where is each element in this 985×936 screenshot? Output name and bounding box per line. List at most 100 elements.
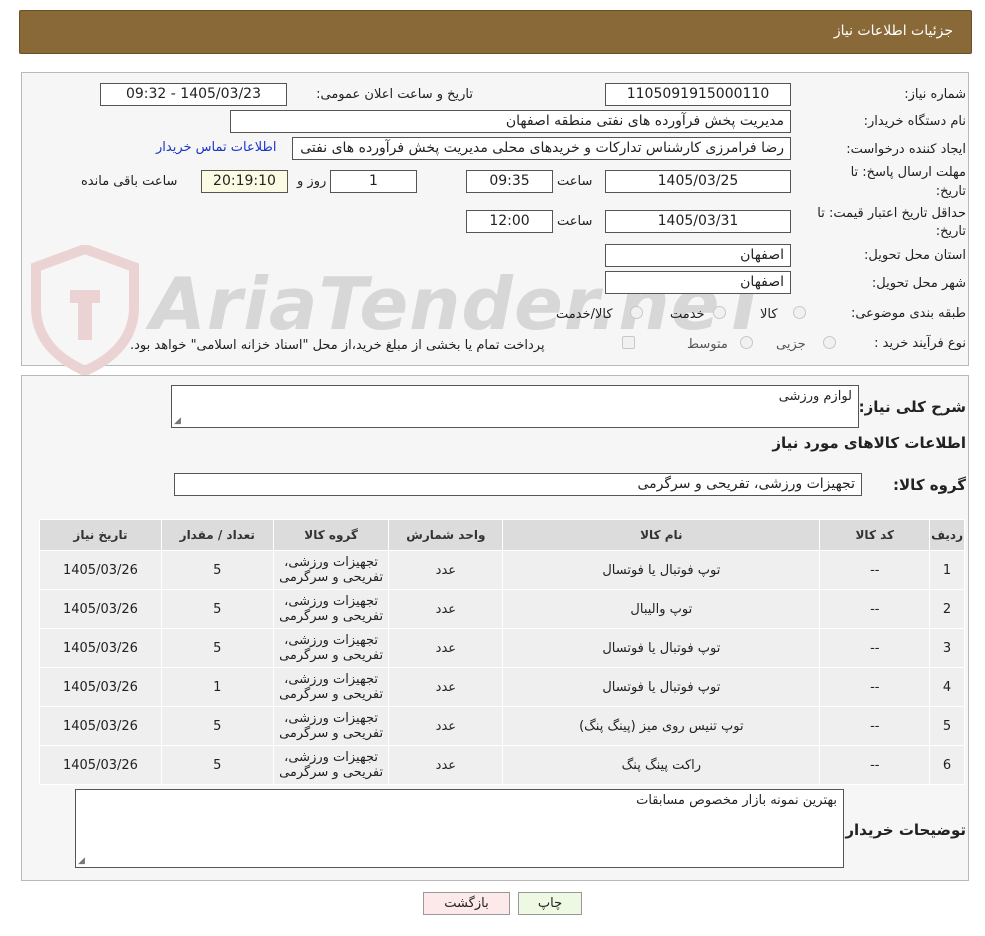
cell-need-date: 1405/03/26 [39,745,162,785]
cell-code: -- [819,628,931,668]
cell-group: تجهیزات ورزشی، تفریحی و سرگرمی [272,667,390,707]
table-row: 6 -- راکت پینگ پنگ عدد تجهیزات ورزشی، تف… [39,745,965,785]
resize-grip-icon[interactable]: ◢ [78,856,85,866]
deadline-label: مهلت ارسال پاسخ: تا [850,165,966,180]
cell-need-date: 1405/03/26 [39,589,162,629]
cell-need-date: 1405/03/26 [39,550,162,590]
col-header-row-number: ردیف [929,519,965,551]
buyer-label: نام دستگاه خریدار: [863,114,966,129]
back-button[interactable]: بازگشت [423,892,510,915]
col-header-group: گروه کالا [272,519,390,551]
table-row: 1 -- توپ فوتبال یا فوتسال عدد تجهیزات ور… [39,550,965,590]
days-label: روز و [297,174,327,189]
page-title: جزئیات اطلاعات نیاز [833,23,953,39]
cell-code: -- [819,550,931,590]
cell-unit: عدد [388,745,504,785]
cell-unit: عدد [388,706,504,746]
city-field: اصفهان [605,271,791,294]
validity-time-label: ساعت [557,214,593,229]
days-count-field: 1 [330,170,417,193]
summary-textarea[interactable]: لوازم ورزشی ◢ [171,385,859,428]
cell-unit: عدد [388,628,504,668]
treasury-bonds-checkbox[interactable] [622,336,635,349]
col-header-need-date: تاریخ نیاز [39,519,162,551]
cell-row-number: 2 [929,589,965,629]
cell-need-date: 1405/03/26 [39,667,162,707]
cell-need-date: 1405/03/26 [39,706,162,746]
cell-group: تجهیزات ورزشی، تفریحی و سرگرمی [272,550,390,590]
cell-name: توپ تنیس روی میز (پینگ پنگ) [502,706,821,746]
col-header-name: نام کالا [502,519,821,551]
buyer-notes-label: توضیحات خریدار: [839,821,966,839]
category-radio-goods[interactable] [793,306,806,319]
category-option-goods: کالا [760,307,778,322]
cell-quantity: 1 [160,667,274,707]
need-number-label: شماره نیاز: [904,87,966,102]
remaining-time-field: 20:19:10 [201,170,288,193]
creator-field: رضا فرامرزی کارشناس تدارکات و خریدهای مح… [292,137,791,160]
category-option-service: خدمت [670,307,705,322]
summary-text: لوازم ورزشی [778,389,852,404]
cell-quantity: 5 [160,745,274,785]
items-table: ردیف کد کالا نام کالا واحد شمارش گروه کا… [39,519,965,785]
cell-name: توپ فوتبال یا فوتسال [502,550,821,590]
validity-label: حداقل تاریخ اعتبار قیمت: تا [817,206,966,221]
cell-name: راکت پینگ پنگ [502,745,821,785]
category-radio-service[interactable] [713,306,726,319]
cell-name: توپ فوتبال یا فوتسال [502,667,821,707]
deadline-date-field: 1405/03/25 [605,170,791,193]
buyer-contact-link[interactable]: اطلاعات تماس خریدار [156,140,276,155]
creator-label: ایجاد کننده درخواست: [846,142,966,157]
need-number-field: 1105091915000110 [605,83,791,106]
buyer-field: مدیریت پخش فرآورده های نفتی منطقه اصفهان [230,110,791,133]
validity-label-date: تاریخ: [935,224,966,239]
process-radio-partial[interactable] [823,336,836,349]
category-radio-both[interactable] [630,306,643,319]
cell-row-number: 4 [929,667,965,707]
cell-quantity: 5 [160,628,274,668]
cell-name: توپ فوتبال یا فوتسال [502,628,821,668]
category-label: طبقه بندی موضوعی: [850,306,966,321]
city-label: شهر محل تحویل: [871,276,966,291]
col-header-code: کد کالا [819,519,931,551]
table-row: 3 -- توپ فوتبال یا فوتسال عدد تجهیزات ور… [39,628,965,668]
process-option-medium: متوسط [687,337,728,352]
group-field: تجهیزات ورزشی، تفریحی و سرگرمی [174,473,862,496]
category-option-both: کالا/خدمت [556,307,613,322]
buyer-notes-text: بهترین نمونه بازار مخصوص مسابقات [636,793,837,808]
remaining-label: ساعت باقی مانده [81,174,178,189]
deadline-time-label: ساعت [557,174,593,189]
province-label: استان محل تحویل: [864,248,966,263]
cell-code: -- [819,745,931,785]
items-heading: اطلاعات کالاهای مورد نیاز [772,434,966,452]
group-label: گروه کالا: [893,476,966,494]
cell-group: تجهیزات ورزشی، تفریحی و سرگرمی [272,589,390,629]
cell-row-number: 1 [929,550,965,590]
process-radio-medium[interactable] [740,336,753,349]
resize-grip-icon[interactable]: ◢ [174,416,181,426]
items-table-wrapper: ردیف کد کالا نام کالا واحد شمارش گروه کا… [39,519,965,785]
cell-row-number: 5 [929,706,965,746]
print-button[interactable]: چاپ [518,892,582,915]
process-label: نوع فرآیند خرید : [874,336,966,351]
cell-unit: عدد [388,589,504,629]
cell-quantity: 5 [160,550,274,590]
cell-code: -- [819,667,931,707]
col-header-quantity: تعداد / مقدار [160,519,274,551]
cell-quantity: 5 [160,589,274,629]
watermark-logo [30,243,140,377]
cell-code: -- [819,706,931,746]
cell-group: تجهیزات ورزشی، تفریحی و سرگرمی [272,745,390,785]
treasury-bonds-note: پرداخت تمام یا بخشی از مبلغ خرید،از محل … [130,338,545,353]
announce-label: تاریخ و ساعت اعلان عمومی: [316,87,473,102]
cell-unit: عدد [388,667,504,707]
cell-group: تجهیزات ورزشی، تفریحی و سرگرمی [272,628,390,668]
cell-unit: عدد [388,550,504,590]
buyer-notes-textarea[interactable]: بهترین نمونه بازار مخصوص مسابقات ◢ [75,789,844,868]
validity-time-field: 12:00 [466,210,553,233]
cell-need-date: 1405/03/26 [39,628,162,668]
col-header-unit: واحد شمارش [388,519,504,551]
validity-date-field: 1405/03/31 [605,210,791,233]
table-row: 5 -- توپ تنیس روی میز (پینگ پنگ) عدد تجه… [39,706,965,746]
page-header: جزئیات اطلاعات نیاز [19,10,972,54]
